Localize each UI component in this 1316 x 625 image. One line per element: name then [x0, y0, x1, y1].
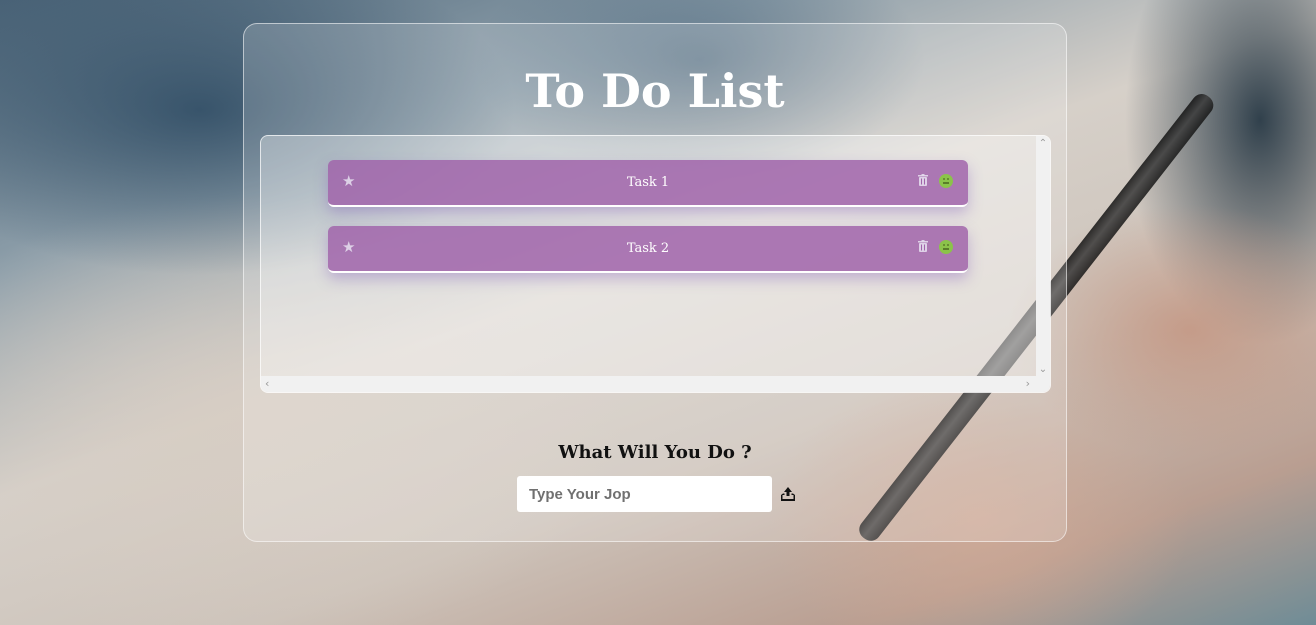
task-label: Task 1 [626, 175, 670, 190]
input-prompt: What Will You Do ? [558, 442, 752, 463]
trash-icon[interactable] [918, 174, 928, 186]
horizontal-scrollbar[interactable]: ‹ › [261, 376, 1050, 392]
task-list[interactable]: ★ Task 1 ★ Task 2 ⌃ ⌄ ‹ › [260, 135, 1051, 393]
scroll-down-icon[interactable]: ⌄ [1036, 364, 1050, 376]
status-face-icon[interactable] [939, 240, 953, 254]
task-item[interactable]: ★ Task 2 [328, 226, 968, 273]
upload-tray-icon[interactable] [779, 485, 797, 503]
page-title: To Do List [525, 64, 785, 118]
task-item[interactable]: ★ Task 1 [328, 160, 968, 207]
scroll-right-icon[interactable]: › [1026, 377, 1030, 390]
vertical-scrollbar[interactable]: ⌃ ⌄ [1036, 136, 1050, 378]
todo-card: To Do List ★ Task 1 ★ Task 2 ⌃ ⌄ ‹ › Wha… [243, 23, 1067, 542]
task-input[interactable] [517, 476, 772, 512]
trash-icon[interactable] [918, 240, 928, 252]
scroll-up-icon[interactable]: ⌃ [1036, 138, 1050, 150]
status-face-icon[interactable] [939, 174, 953, 188]
scroll-left-icon[interactable]: ‹ [265, 377, 269, 390]
task-label: Task 2 [626, 241, 670, 256]
